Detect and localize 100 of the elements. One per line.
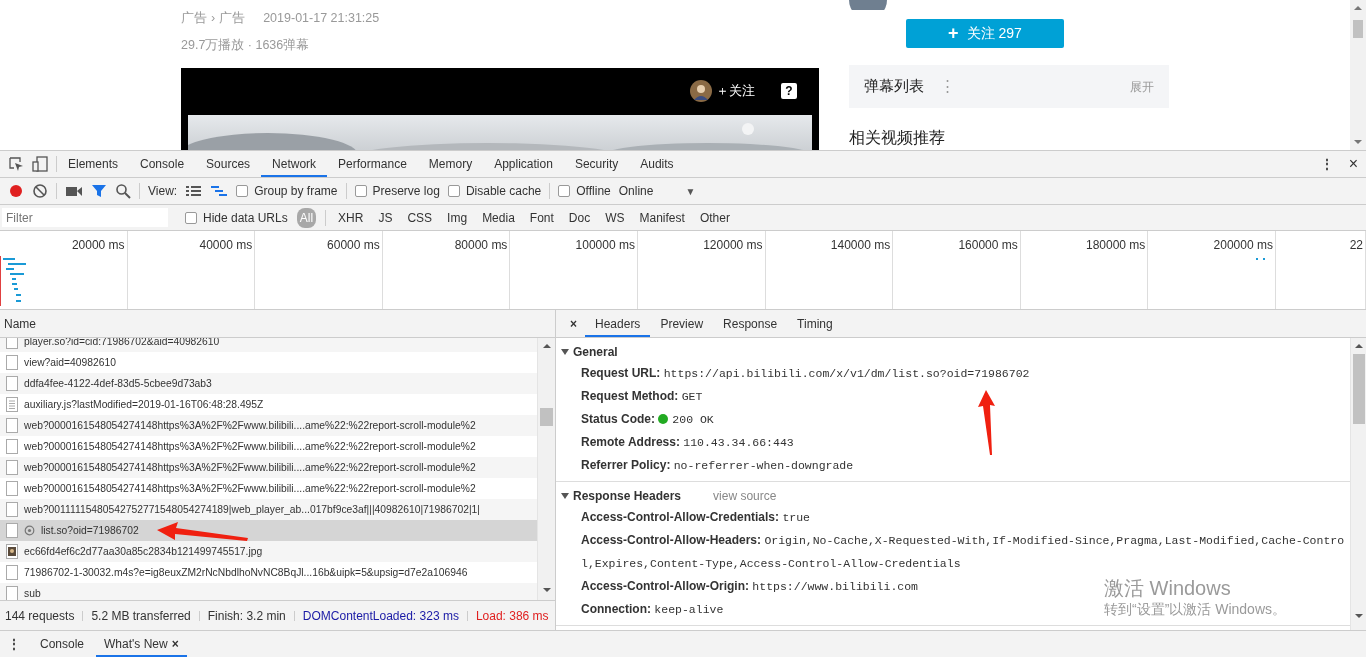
tick-label: 200000 ms: [1213, 237, 1273, 254]
request-row[interactable]: 71986702-1-30032.m4s?e=ig8euxZM2rNcNbdlhoNvNC8BqJl...16b&uipk=5&upsig=d7e2a106946: [0, 562, 537, 583]
triangle-icon[interactable]: [561, 348, 569, 356]
detail-tab[interactable]: Headers: [585, 310, 651, 337]
activation-title: 激活 Windows: [1104, 576, 1232, 600]
avatar-icon: [849, 0, 887, 10]
file-icon: [6, 565, 18, 580]
checkbox-option[interactable]: Preserve log: [354, 182, 440, 200]
request-row[interactable]: ddfa4fee-4122-4def-83d5-5cbee9d73ab3: [0, 373, 537, 394]
close-button[interactable]: ×: [171, 635, 179, 653]
request-row[interactable]: web?00111115480542752771548054274189|web_player_ab...017bf9ce3af|||40982610|71986702|1|: [0, 499, 537, 520]
panel-title: 弹幕列表: [864, 76, 924, 97]
view-source-link[interactable]: view source: [713, 487, 777, 505]
tick-label: 40000 ms: [199, 237, 253, 254]
type-filter[interactable]: Doc: [565, 207, 594, 228]
request-row[interactable]: sub: [0, 583, 537, 600]
close-button[interactable]: ×: [562, 310, 585, 337]
more-menu[interactable]: ⋮: [0, 631, 28, 657]
column-header[interactable]: Name: [4, 314, 36, 333]
clear-icon[interactable]: [32, 183, 48, 199]
inspect-icon[interactable]: [8, 156, 24, 172]
panel-tab[interactable]: Sources: [195, 151, 262, 177]
filter-icon[interactable]: [91, 183, 107, 199]
type-filter[interactable]: JS: [375, 207, 396, 228]
request-row[interactable]: list.so?oid=71986702: [0, 520, 537, 541]
tick-label: 120000 ms: [703, 237, 763, 254]
summary-text: DOMContentLoaded: 323 ms: [302, 607, 459, 625]
checkbox-option[interactable]: Offline: [558, 182, 611, 200]
panel-tab[interactable]: Application: [483, 151, 564, 177]
tick-label: 140000 ms: [830, 237, 891, 254]
checkbox-option[interactable]: Hide data URLs: [185, 208, 288, 227]
type-filter[interactable]: Other: [696, 207, 733, 228]
request-row[interactable]: web?0000161548054274148https%3A%2F%2Fwww.bilibili....ame%22:%22report-scroll-module%2: [0, 457, 537, 478]
summary-text: Finish: 3.2 min: [207, 607, 286, 625]
search-icon[interactable]: [115, 183, 131, 199]
request-row[interactable]: player.so?id=cid:71986702&aid=40982610: [0, 338, 537, 352]
panel-tab[interactable]: Security: [563, 151, 630, 177]
video-stats: 29.7万播放 · 1636弹幕: [181, 36, 311, 54]
header-line: Access-Control-Allow-Origin: https://www.bilibili.com: [581, 578, 918, 595]
section-title[interactable]: General: [573, 343, 618, 361]
tick-label: 180000 ms: [1085, 237, 1146, 254]
summary-text: 144 requests: [5, 607, 75, 625]
panel-tab[interactable]: Performance: [327, 151, 418, 177]
section-title: 相关视频推荐: [849, 128, 946, 148]
type-filter[interactable]: Manifest: [636, 207, 688, 228]
detail-tab[interactable]: Response: [713, 310, 788, 337]
header-line: Referrer Policy: no-referrer-when-downgrade: [581, 457, 854, 474]
breadcrumb-separator: ›: [211, 10, 216, 27]
panel-tab[interactable]: Console: [129, 151, 196, 177]
record-button[interactable]: [8, 183, 24, 199]
image-file-icon: [6, 544, 18, 559]
request-row[interactable]: view?aid=40982610: [0, 352, 537, 373]
header-line: Connection: keep-alive: [581, 601, 724, 618]
checkbox-option[interactable]: Group by frame: [236, 182, 338, 200]
request-row[interactable]: ec66fd4ef6c2d77aa30a85c2834b121499745517.jpg: [0, 541, 537, 562]
request-row[interactable]: web?0000161548054274148https%3A%2F%2Fwww.bilibili....ame%22:%22report-scroll-module%2: [0, 436, 537, 457]
detail-tab[interactable]: Timing: [787, 310, 843, 337]
avatar-icon: [690, 80, 712, 102]
more-menu[interactable]: ⋮: [1320, 155, 1333, 173]
request-row[interactable]: web?0000161548054274148https%3A%2F%2Fwww.bilibili....ame%22:%22report-scroll-module%2: [0, 415, 537, 436]
file-icon: [6, 355, 18, 370]
detail-tab[interactable]: Preview: [650, 310, 714, 337]
waterfall-view-icon[interactable]: [210, 183, 229, 199]
request-row[interactable]: web?0000161548054274148https%3A%2F%2Fwww.bilibili....ame%22:%22report-scroll-module%2: [0, 478, 537, 499]
tick-label: 100000 ms: [575, 237, 635, 254]
close-button[interactable]: ×: [1348, 152, 1358, 176]
file-icon: [6, 502, 18, 517]
type-filter[interactable]: WS: [602, 207, 628, 228]
tick-label: 22: [1349, 237, 1363, 254]
type-filter[interactable]: Font: [526, 207, 557, 228]
tick-label: 20000 ms: [71, 237, 125, 254]
section-title[interactable]: Response Headers: [573, 487, 682, 505]
device-icon[interactable]: [32, 156, 48, 172]
drawer-tab[interactable]: Console: [32, 631, 93, 657]
header-name: Status Code:: [581, 412, 655, 426]
request-row[interactable]: auxiliary.js?lastModified=2019-01-16T06:48:28.495Z: [0, 394, 537, 415]
file-icon: [6, 481, 18, 496]
panel-tab[interactable]: Memory: [417, 151, 484, 177]
panel-tab[interactable]: Network: [261, 151, 328, 177]
triangle-icon[interactable]: [561, 492, 569, 500]
list-view-icon[interactable]: [185, 183, 203, 199]
checkbox-option[interactable]: Disable cache: [447, 182, 542, 200]
annotation-arrow: [978, 390, 995, 455]
type-filter[interactable]: CSS: [404, 207, 436, 228]
header-value: 200 OK: [672, 413, 714, 426]
dropdown-arrow[interactable]: ▼: [685, 183, 696, 199]
file-icon: [6, 439, 18, 454]
type-filter[interactable]: Media: [479, 207, 518, 228]
summary-text: 5.2 MB transferred: [91, 607, 191, 625]
follow-link[interactable]: ＋关注: [716, 81, 755, 101]
filter-field[interactable]: Filter: [2, 208, 168, 227]
throttling-select[interactable]: Online: [618, 182, 654, 200]
type-filter[interactable]: XHR: [335, 207, 367, 228]
file-icon: [6, 523, 18, 538]
panel-tab[interactable]: Audits: [629, 151, 685, 177]
tick-label: 80000 ms: [454, 237, 508, 254]
panel-tab[interactable]: Elements: [57, 151, 130, 177]
drawer-tab[interactable]: What's New ×: [96, 631, 187, 657]
help-button[interactable]: ?: [781, 83, 797, 99]
type-filter[interactable]: Img: [444, 207, 471, 228]
